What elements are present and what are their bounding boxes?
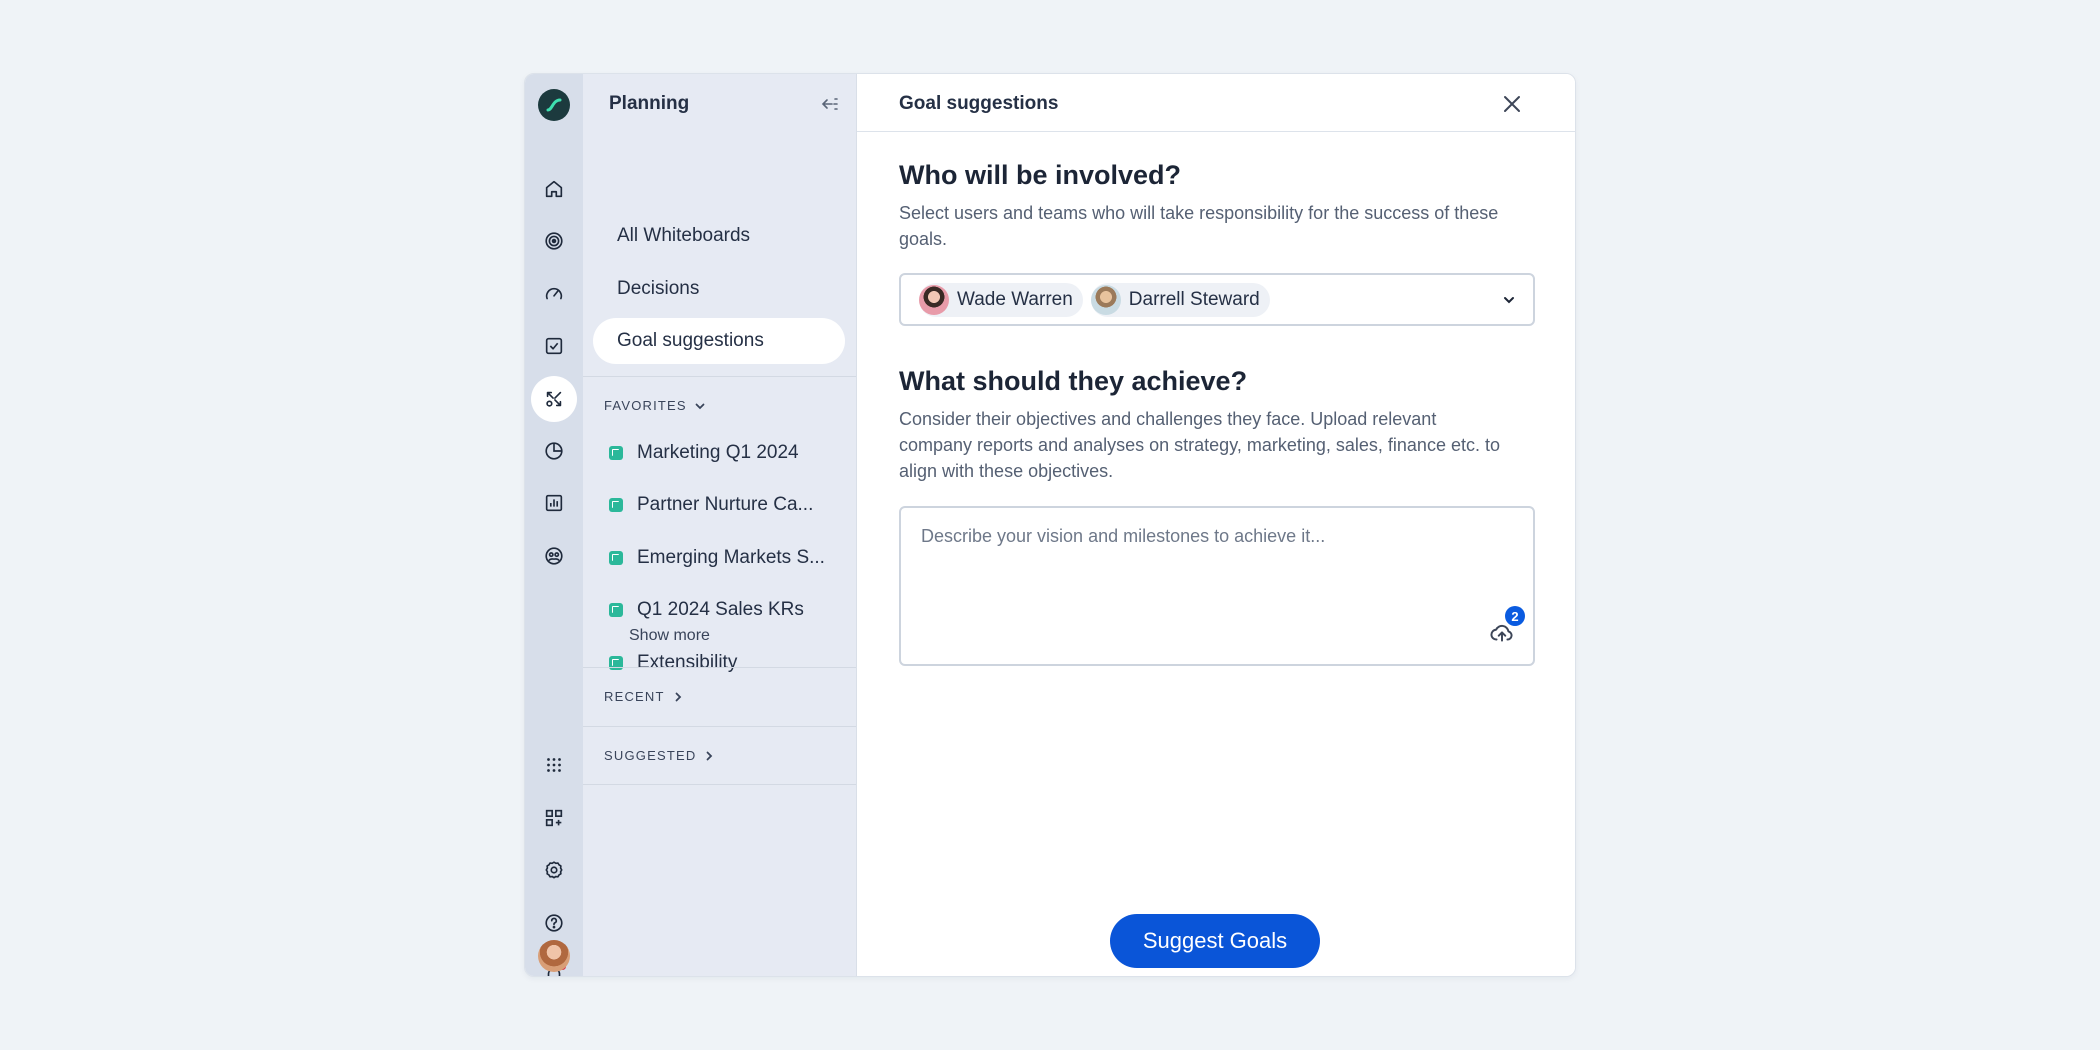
- settings-gear-icon[interactable]: [531, 847, 577, 893]
- main-title: Goal suggestions: [899, 93, 1059, 114]
- app-window: Planning All Whiteboards Decisions Goal …: [524, 73, 1576, 977]
- nav-item-label: Goal suggestions: [617, 330, 764, 351]
- chevron-right-icon: [707, 751, 713, 760]
- divider: [583, 376, 856, 377]
- whiteboard-tools-icon[interactable]: [531, 376, 577, 422]
- person-chip[interactable]: Wade Warren: [919, 282, 1083, 317]
- panel-title: Planning: [609, 93, 690, 114]
- favorite-item[interactable]: Q1 2024 Sales KRs: [609, 599, 804, 621]
- gauge-icon[interactable]: [531, 271, 577, 317]
- favorite-item[interactable]: Partner Nurture Ca...: [609, 494, 813, 516]
- suggest-goals-button[interactable]: Suggest Goals: [1110, 914, 1320, 968]
- favorite-label: Marketing Q1 2024: [637, 442, 799, 463]
- involved-heading: Who will be involved?: [899, 160, 1182, 190]
- logo-mark-icon: [546, 98, 562, 112]
- person-name: Wade Warren: [957, 288, 1073, 310]
- whiteboard-icon: [609, 498, 623, 512]
- favorite-item[interactable]: Extensibility: [609, 652, 737, 674]
- collapse-panel-icon[interactable]: [818, 92, 842, 116]
- nav-item-goal-suggestions[interactable]: Goal suggestions: [593, 318, 845, 364]
- suggested-label: SUGGESTED: [604, 748, 697, 763]
- recent-toggle[interactable]: RECENT: [604, 689, 685, 704]
- show-more-link[interactable]: Show more: [629, 627, 710, 645]
- favorite-label: Q1 2024 Sales KRs: [637, 599, 804, 620]
- goal-suggestions-main: Goal suggestions Who will be involved? S…: [857, 74, 1575, 976]
- involved-description: Select users and teams who will take res…: [899, 203, 1499, 249]
- icon-rail: [525, 74, 583, 976]
- person-name: Darrell Steward: [1128, 288, 1260, 310]
- divider: [583, 667, 856, 668]
- chevron-down-icon: [695, 403, 705, 409]
- whiteboard-icon: [609, 446, 623, 460]
- people-select[interactable]: Wade Warren Darrell Steward: [899, 273, 1535, 326]
- upload-button[interactable]: 2: [1489, 606, 1525, 646]
- nav-item-all-whiteboards[interactable]: All Whiteboards: [593, 213, 845, 259]
- achieve-description: Consider their objectives and challenges…: [899, 409, 1500, 481]
- nav-item-label: Decisions: [617, 278, 700, 299]
- favorite-label: Extensibility: [637, 652, 738, 673]
- achieve-heading: What should they achieve?: [899, 366, 1248, 396]
- main-header: Goal suggestions: [857, 74, 1575, 132]
- whiteboard-icon: [609, 551, 623, 565]
- close-icon: [1504, 96, 1520, 112]
- checkbox-icon[interactable]: [531, 323, 577, 369]
- nav-item-decisions[interactable]: Decisions: [593, 266, 845, 312]
- nav-item-label: All Whiteboards: [617, 225, 751, 246]
- whiteboard-icon: [609, 603, 623, 617]
- bar-chart-icon[interactable]: [531, 480, 577, 526]
- vision-textarea[interactable]: Describe your vision and milestones to a…: [899, 506, 1535, 666]
- suggested-toggle[interactable]: SUGGESTED: [604, 748, 716, 763]
- favorite-item[interactable]: Emerging Markets S...: [609, 547, 825, 569]
- planning-panel: Planning All Whiteboards Decisions Goal …: [583, 74, 857, 976]
- goals-target-icon[interactable]: [531, 218, 577, 264]
- attachment-count-badge: 2: [1505, 606, 1525, 626]
- favorites-toggle[interactable]: FAVORITES: [604, 398, 707, 413]
- recent-label: RECENT: [604, 689, 665, 704]
- favorite-label: Emerging Markets S...: [637, 547, 825, 568]
- chevron-right-icon: [675, 692, 681, 701]
- avatar: [919, 284, 949, 315]
- divider: [583, 784, 856, 785]
- favorite-item[interactable]: Marketing Q1 2024: [609, 442, 799, 464]
- chevron-down-icon[interactable]: [1499, 290, 1519, 310]
- close-button[interactable]: [1499, 91, 1525, 117]
- apps-grid-icon[interactable]: [531, 742, 577, 788]
- app-logo[interactable]: [538, 89, 570, 121]
- pie-chart-icon[interactable]: [531, 428, 577, 474]
- avatar: [1090, 284, 1121, 315]
- person-chip[interactable]: Darrell Steward: [1090, 282, 1270, 317]
- people-icon[interactable]: [531, 533, 577, 579]
- divider: [583, 726, 856, 727]
- add-widget-icon[interactable]: [531, 795, 577, 841]
- favorites-label: FAVORITES: [604, 398, 687, 413]
- textarea-placeholder: Describe your vision and milestones to a…: [921, 526, 1326, 546]
- user-avatar[interactable]: [538, 940, 570, 972]
- favorite-label: Partner Nurture Ca...: [637, 494, 814, 515]
- home-icon[interactable]: [531, 166, 577, 212]
